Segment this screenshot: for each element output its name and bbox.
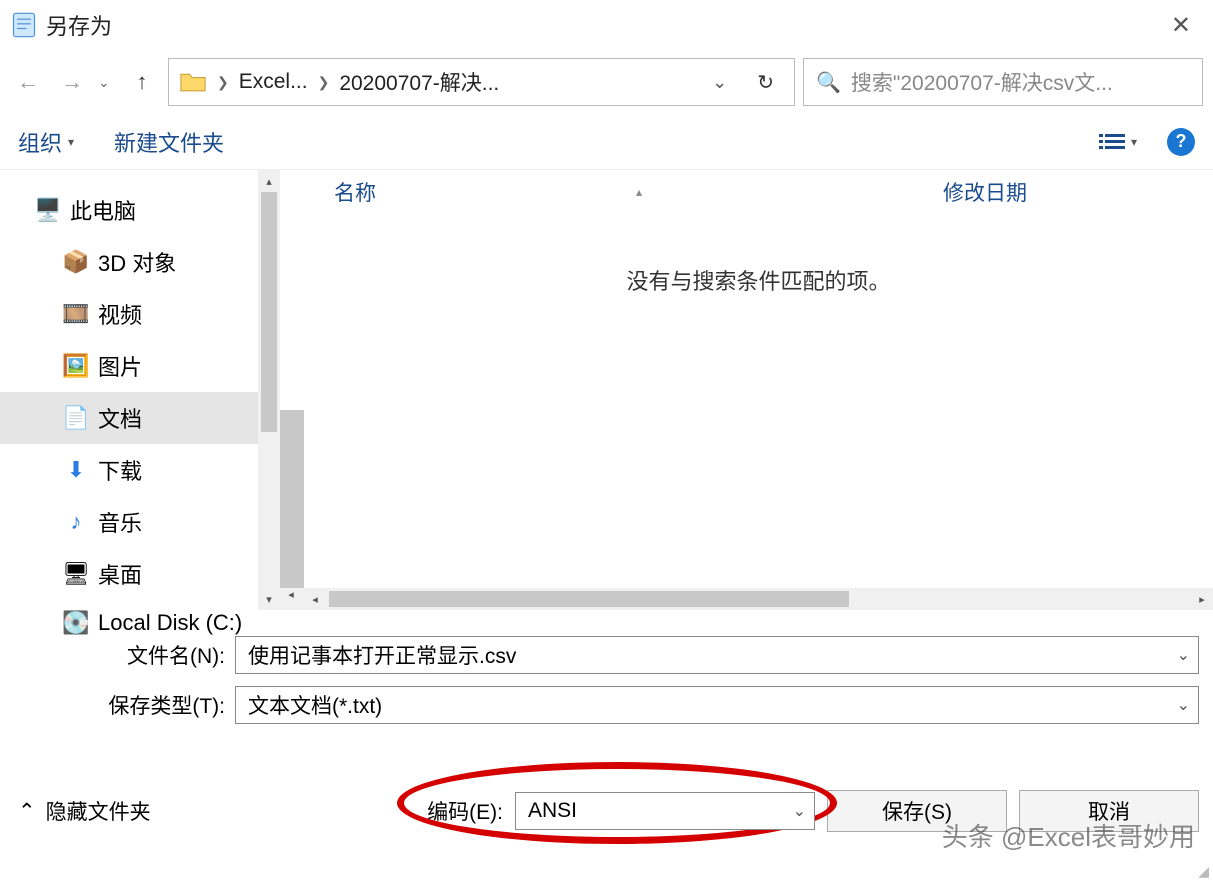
col-name[interactable]: 名称 [334, 177, 376, 207]
up-button[interactable]: ↑ [124, 64, 160, 100]
chevron-right-icon: ❯ [318, 74, 330, 91]
col-modified[interactable]: 修改日期 [943, 177, 1213, 207]
scroll-right-icon[interactable]: ▸ [1191, 593, 1213, 606]
tree-music[interactable]: ♪ 音乐 [0, 496, 280, 548]
nav-row: ← → ⌄ ↑ ❯ Excel... ❯ 20200707-解决... ⌄ ↻ … [0, 50, 1213, 114]
hide-folders-toggle[interactable]: ⌃ 隐藏文件夹 [0, 796, 151, 826]
toolbar: 组织▾ 新建文件夹 ▾ ? [0, 114, 1213, 170]
forward-button[interactable]: → [54, 64, 90, 100]
history-dropdown[interactable]: ⌄ [98, 74, 116, 91]
cancel-button[interactable]: 取消 [1019, 790, 1199, 832]
chevron-down-icon[interactable]: ⌄ [793, 801, 806, 821]
download-icon: ⬇ [64, 459, 88, 481]
sort-indicator-icon: ▴ [636, 185, 642, 199]
resize-grip-icon[interactable]: ◢ [1198, 863, 1209, 880]
chevron-down-icon: ▾ [68, 135, 74, 149]
scroll-up-icon[interactable]: ▴ [258, 170, 280, 192]
refresh-button[interactable]: ↻ [747, 70, 784, 95]
bottom-bar: ⌃ 隐藏文件夹 编码(E): ANSI ⌄ 保存(S) 取消 [0, 730, 1213, 832]
encoding-select[interactable]: ANSI ⌄ [515, 792, 815, 830]
empty-message: 没有与搜索条件匹配的项。 [304, 214, 1213, 296]
tree-documents[interactable]: 📄 文档 [0, 392, 280, 444]
savetype-select[interactable]: 文本文档(*.txt) ⌄ [235, 686, 1199, 724]
back-button[interactable]: ← [10, 64, 46, 100]
scroll-thumb[interactable] [261, 192, 277, 432]
chevron-down-icon: ▾ [1131, 135, 1137, 149]
organize-button[interactable]: 组织▾ [18, 126, 74, 158]
close-button[interactable]: ✕ [1159, 11, 1203, 40]
chevron-up-icon: ⌃ [18, 799, 36, 824]
tree-3d-objects[interactable]: 📦 3D 对象 [0, 236, 280, 288]
image-icon: 🖼️ [64, 355, 88, 377]
save-button[interactable]: 保存(S) [827, 790, 1007, 832]
cube-icon: 📦 [64, 251, 88, 273]
view-button[interactable]: ▾ [1099, 132, 1137, 152]
tree-scrollbar[interactable]: ▴ ▾ [258, 170, 280, 610]
column-headers: 名称 ▴ 修改日期 [304, 170, 1213, 214]
savetype-label: 保存类型(T): [0, 690, 235, 720]
notepad-icon [10, 11, 38, 39]
address-dropdown[interactable]: ⌄ [702, 72, 737, 93]
tree-pictures[interactable]: 🖼️ 图片 [0, 340, 280, 392]
tree-desktop[interactable]: 🖥 桌面 [0, 548, 280, 600]
nav-tree: 🖥️ 此电脑 📦 3D 对象 🎞️ 视频 🖼️ 图片 📄 文档 ⬇ 下载 ♪ 音… [0, 170, 280, 610]
search-placeholder: 搜索"20200707-解决csv文... [851, 67, 1113, 97]
new-folder-button[interactable]: 新建文件夹 [114, 126, 224, 158]
document-icon: 📄 [64, 407, 88, 429]
address-bar[interactable]: ❯ Excel... ❯ 20200707-解决... ⌄ ↻ [168, 58, 795, 106]
scroll-thumb[interactable] [329, 591, 849, 607]
scroll-down-icon[interactable]: ▾ [258, 588, 280, 610]
window-title: 另存为 [46, 9, 1159, 41]
search-input[interactable]: 🔍 搜索"20200707-解决csv文... [803, 58, 1203, 106]
chevron-down-icon[interactable]: ⌄ [1177, 695, 1190, 715]
filename-input[interactable]: 使用记事本打开正常显示.csv ⌄ [235, 636, 1199, 674]
monitor-icon: 🖥️ [36, 199, 60, 221]
help-button[interactable]: ? [1167, 128, 1195, 156]
tree-videos[interactable]: 🎞️ 视频 [0, 288, 280, 340]
film-icon: 🎞️ [64, 303, 88, 325]
breadcrumb-seg-1[interactable]: Excel... [239, 70, 308, 94]
chevron-right-icon: ❯ [217, 74, 229, 91]
search-icon: 🔍 [816, 70, 841, 95]
tree-downloads[interactable]: ⬇ 下载 [0, 444, 280, 496]
desktop-icon: 🖥 [64, 563, 88, 585]
file-list: 名称 ▴ 修改日期 没有与搜索条件匹配的项。 ◂ ▸ [304, 170, 1213, 610]
folder-icon [179, 71, 207, 93]
tree-this-pc[interactable]: 🖥️ 此电脑 [0, 184, 280, 236]
scroll-left-icon[interactable]: ◂ [304, 593, 326, 606]
chevron-down-icon[interactable]: ⌄ [1177, 645, 1190, 665]
view-icon [1099, 132, 1125, 152]
breadcrumb-seg-2[interactable]: 20200707-解决... [339, 67, 499, 97]
main-area: 🖥️ 此电脑 📦 3D 对象 🎞️ 视频 🖼️ 图片 📄 文档 ⬇ 下载 ♪ 音… [0, 170, 1213, 610]
splitter[interactable]: ◂ [280, 170, 304, 610]
music-icon: ♪ [64, 511, 88, 533]
encoding-label: 编码(E): [427, 796, 503, 826]
savetype-row: 保存类型(T): 文本文档(*.txt) ⌄ [0, 680, 1213, 730]
disk-icon: 💽 [64, 612, 88, 634]
titlebar: 另存为 ✕ [0, 0, 1213, 50]
list-hscrollbar[interactable]: ◂ ▸ [304, 588, 1213, 610]
